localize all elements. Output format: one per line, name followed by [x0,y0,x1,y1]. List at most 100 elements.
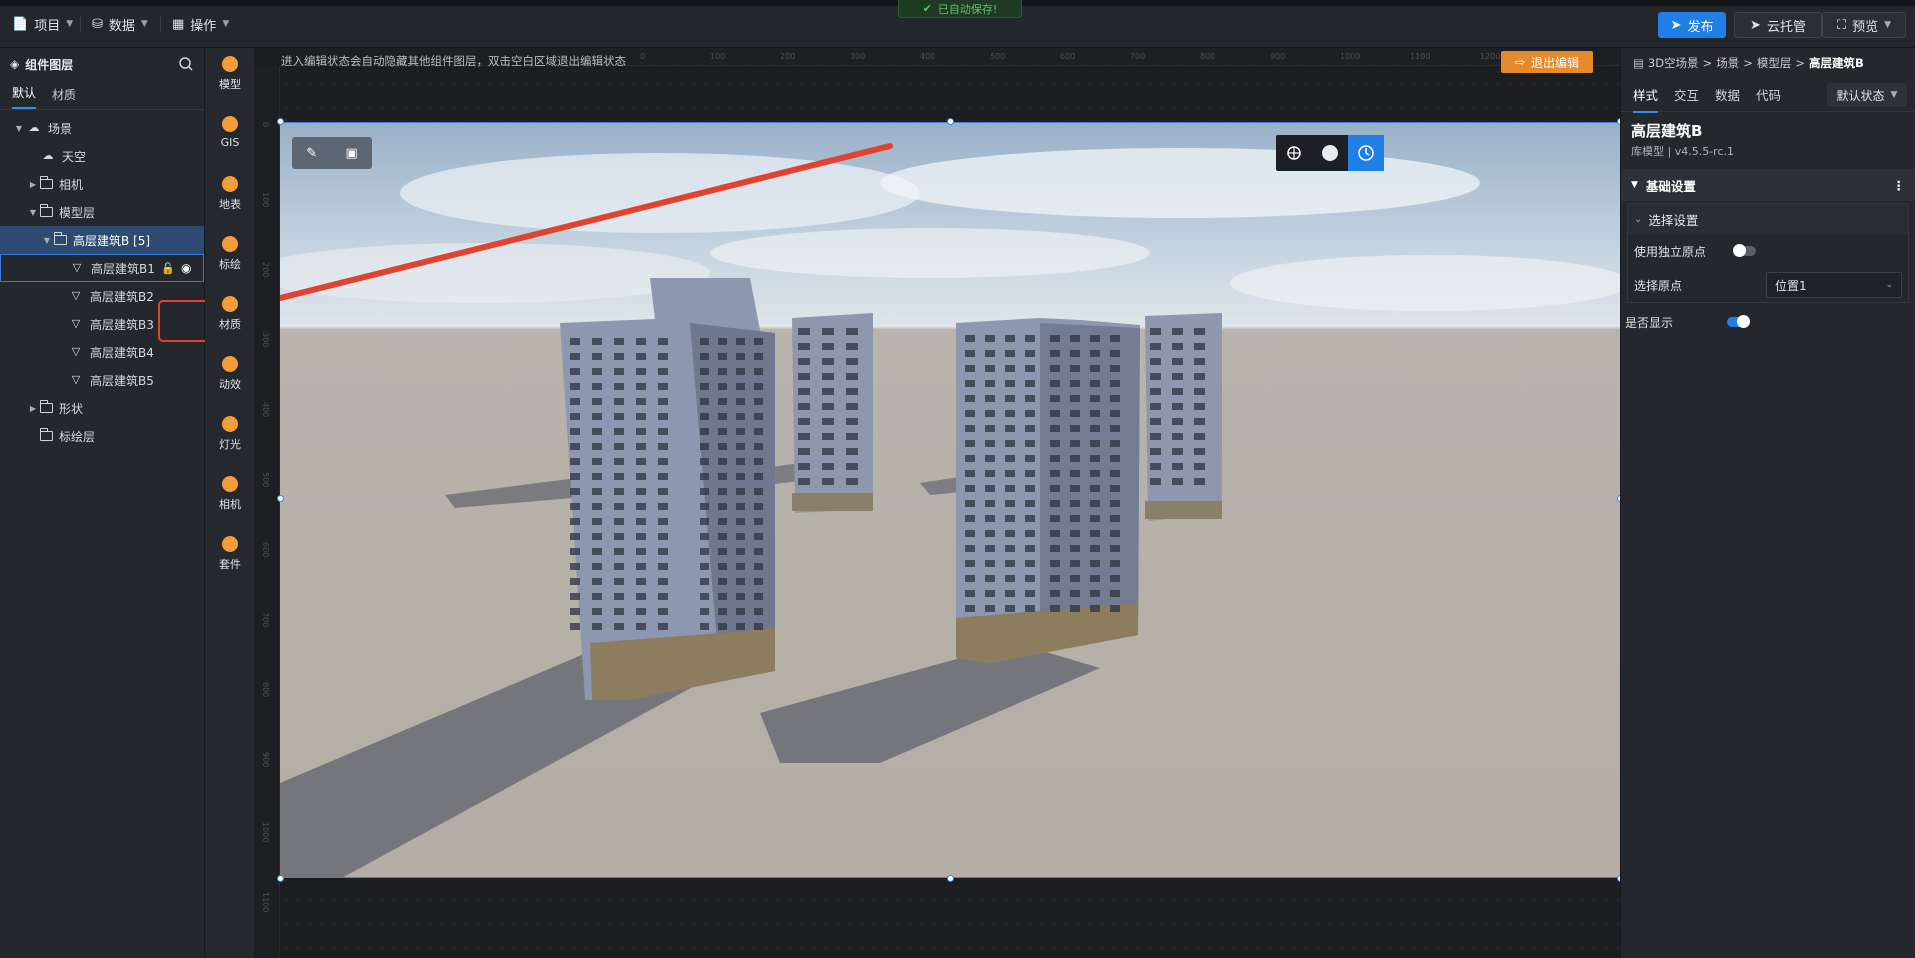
section-title: 基础设置 [1645,178,1696,194]
publish-button[interactable]: ➤ 发布 [1658,12,1726,38]
palette-label: 灯光 [219,438,241,451]
exit-edit-button[interactable]: ⇨ 退出编辑 [1501,51,1593,73]
unlock-icon[interactable]: 🔓 [161,262,175,275]
brush-icon[interactable]: ✎ [306,146,317,161]
light-icon [222,416,238,432]
ruler-tick-label: 400 [261,402,270,418]
origin-select[interactable]: 位置1 ⌄ [1766,272,1902,298]
tree-node[interactable]: ▽ 高层建筑B1 🔓 ◉ [0,254,204,282]
ruler-tick-label: 200 [261,262,270,278]
editor-canvas[interactable]: 0 100 200 300 400 500 600 700 800 900 1000 1100 1200… [255,48,1620,958]
tab-material[interactable]: 材质 [52,86,76,109]
breadcrumb-item[interactable]: 3D空场景 [1648,55,1699,71]
tree-node-label: 场景 [48,121,73,136]
tree-node[interactable]: 标绘层 [0,422,204,450]
palette-item[interactable]: 动效 [205,356,255,392]
tab-code[interactable]: 代码 [1756,85,1781,104]
ruler-tick-label: 600 [1060,52,1076,61]
menu-project[interactable]: 📄 项目 ▼ [4,12,81,36]
palette-label: 地表 [219,198,241,211]
tab-interaction[interactable]: 交互 [1674,85,1699,104]
origin-value: 位置1 [1775,278,1807,293]
subsection-header[interactable]: ⌄ 选择设置 [1628,204,1908,234]
tree-node[interactable]: ▼ ☁ 场景 [0,114,204,142]
save-scene-icon[interactable]: ▣ [345,146,357,161]
layer-panel-title: 组件图层 [25,57,74,72]
tree-node-label: 标绘层 [59,429,96,444]
caret-down-icon: ▼ [1631,180,1638,190]
palette-label: 标绘 [219,258,241,271]
document-icon: ▤ [1633,56,1644,70]
folder-icon [39,428,53,441]
resize-handle[interactable] [277,875,284,882]
tree-node[interactable]: ▶ 相机 [0,170,204,198]
exit-icon: ⇨ [1514,55,1526,69]
menu-label: 数据 [108,18,135,34]
more-vertical-icon[interactable]: ⋮ [1893,178,1906,193]
state-select[interactable]: 默认状态 ▼ [1827,83,1907,107]
gis-icon [222,116,238,132]
use-origin-toggle[interactable] [1733,244,1756,257]
resize-handle[interactable] [277,118,284,125]
visible-toggle[interactable] [1727,315,1750,328]
solid-view-icon[interactable] [1312,135,1348,171]
caret-right-icon[interactable]: ▶ [26,404,40,413]
cloud-host-button[interactable]: ➤ 云托管 [1734,12,1822,38]
caret-right-icon[interactable]: ▶ [26,180,40,189]
3d-scene-viewport[interactable]: ✎ ▣ [280,122,1620,878]
tab-style[interactable]: 样式 [1633,85,1659,113]
tab-default[interactable]: 默认 [12,84,37,109]
menu-operation[interactable]: ▦ 操作 ▼ [164,12,237,36]
palette-item[interactable]: 相机 [205,476,255,512]
eye-icon[interactable]: ◉ [181,261,191,275]
material-icon [222,296,238,312]
edit-notice: 进入编辑状态会自动隐藏其他组件图层，双击空白区域退出编辑状态 [281,54,626,68]
palette-item[interactable]: 地表 [205,176,255,212]
tree-node[interactable]: ▼ 高层建筑B [5] [0,226,204,254]
rotate-view-icon[interactable] [1348,135,1384,171]
breadcrumb-item[interactable]: 模型层 [1757,55,1792,71]
menu-data[interactable]: ⛁ 数据 ▼ [84,12,156,36]
tree-node[interactable]: ☁ 天空 [0,142,204,170]
resize-handle[interactable] [947,118,954,125]
file-icon: 📄 [12,16,29,32]
ruler-tick-label: 900 [261,752,270,768]
caret-down-icon[interactable]: ▼ [40,236,54,245]
caret-down-icon[interactable]: ▼ [12,124,26,133]
ruler-tick-label: 800 [261,682,270,698]
palette-item[interactable]: 材质 [205,296,255,332]
folder-icon [39,176,53,189]
folder-icon [39,400,53,413]
layer-tree: ▼ ☁ 场景 ☁ 天空 ▶ 相机 ▼ 模型层 ▼ 高层建筑B [5] ▽ 高层建筑B1 🔓 ◉ ▽ 高层建筑B2… [0,110,204,450]
search-icon[interactable] [178,56,194,72]
tree-node[interactable]: ▼ 模型层 [0,198,204,226]
chevron-down-icon: ▼ [1890,90,1898,100]
caret-down-icon[interactable]: ▼ [26,208,40,217]
resize-handle[interactable] [277,495,284,502]
section-basic-settings[interactable]: ▼ 基础设置 ⋮ [1621,169,1915,201]
palette-item[interactable]: GIS [205,116,255,149]
ruler-tick-label: 200 [780,52,796,61]
terrain-icon [222,176,238,192]
breadcrumb-item[interactable]: 场景 [1716,55,1739,71]
tree-node-label: 高层建筑B4 [90,345,154,360]
menu-label: 操作 [190,18,217,34]
preview-button[interactable]: ⛶ 预览 ▼ [1822,12,1906,38]
tab-data[interactable]: 数据 [1715,85,1740,104]
tree-node-label: 高层建筑B1 [91,261,155,276]
model-icon: ▽ [71,345,81,358]
tree-node[interactable]: ▽ 高层建筑B4 [0,338,204,366]
palette-item[interactable]: 标绘 [205,236,255,272]
tree-node-label: 高层建筑B5 [90,373,154,388]
globe-view-icon[interactable] [1276,135,1312,171]
palette-item[interactable]: 套件 [205,536,255,572]
palette-item[interactable]: 模型 [205,56,255,92]
tree-node[interactable]: ▶ 形状 [0,394,204,422]
tree-node[interactable]: ▽ 高层建筑B5 [0,366,204,394]
cloud-icon: ☁ [28,121,40,134]
resize-handle[interactable] [947,875,954,882]
exit-label: 退出编辑 [1531,55,1580,70]
palette-item[interactable]: 灯光 [205,416,255,452]
toast-text: 已自动保存! [937,2,998,16]
layers-icon: ◈ [10,57,20,71]
